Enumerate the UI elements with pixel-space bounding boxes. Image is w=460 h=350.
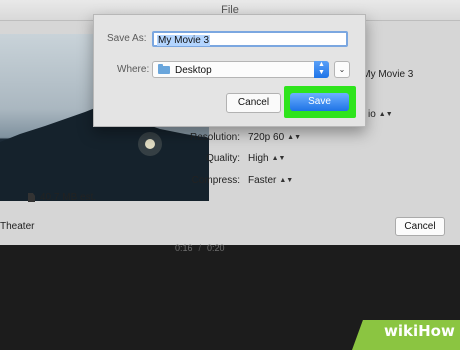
resolution-row[interactable]: Resolution: 720p 60 ▲▼ xyxy=(172,132,301,143)
updown-arrows-icon: ▲▼ xyxy=(287,133,302,141)
time-separator: / xyxy=(198,243,202,253)
format-value: io xyxy=(368,109,376,120)
theater-label[interactable]: Theater xyxy=(0,221,34,232)
format-popup[interactable]: io ▲▼ xyxy=(368,109,393,120)
current-time: 0:16 xyxy=(175,243,193,253)
resolution-value: 720p 60 xyxy=(248,132,285,143)
compress-row[interactable]: Compress: Faster ▲▼ xyxy=(172,175,294,186)
save-dialog: Save As: My Movie 3 Where: Desktop ▲ ▼ ⌄ … xyxy=(93,14,366,127)
save-as-label: Save As: xyxy=(107,33,147,44)
where-select[interactable]: Desktop ▲ ▼ xyxy=(152,61,329,78)
filename-input[interactable]: My Movie 3 xyxy=(152,31,348,47)
where-value: Desktop xyxy=(175,65,212,76)
share-cancel-button[interactable]: Cancel xyxy=(395,217,445,236)
resolution-popup[interactable]: 720p 60 ▲▼ xyxy=(248,132,301,143)
quality-row[interactable]: Quality: High ▲▼ xyxy=(172,153,285,164)
chevron-down-icon: ⌄ xyxy=(338,65,346,74)
document-icon xyxy=(28,193,35,202)
quality-popup[interactable]: High ▲▼ xyxy=(248,153,285,164)
wikihow-watermark-text: wikiHow xyxy=(384,322,455,340)
total-time: 0:20 xyxy=(207,243,225,253)
timecode: 0:16 / 0:20 xyxy=(175,243,225,253)
file-size-estimate: 40.7 MB est. xyxy=(28,192,96,203)
compress-value: Faster xyxy=(248,175,277,186)
updown-arrows-icon: ▲▼ xyxy=(378,110,393,118)
updown-arrows-icon: ▲▼ xyxy=(279,176,294,184)
updown-arrows-icon: ▲▼ xyxy=(271,154,286,162)
updown-arrows-icon: ▲▼ xyxy=(314,61,329,78)
resolution-label: Resolution: xyxy=(189,132,240,143)
compress-popup[interactable]: Faster ▲▼ xyxy=(248,175,293,186)
folder-icon xyxy=(158,64,170,74)
quality-value: High xyxy=(248,153,269,164)
dialog-cancel-button[interactable]: Cancel xyxy=(226,93,281,113)
where-label: Where: xyxy=(117,64,150,75)
save-button[interactable]: Save xyxy=(290,93,349,111)
expand-dialog-button[interactable]: ⌄ xyxy=(334,61,350,78)
filename-value: My Movie 3 xyxy=(157,35,211,46)
compress-label: Compress: xyxy=(191,175,240,186)
quality-label: Quality: xyxy=(206,153,240,164)
file-size-text: 40.7 MB est. xyxy=(40,192,97,203)
